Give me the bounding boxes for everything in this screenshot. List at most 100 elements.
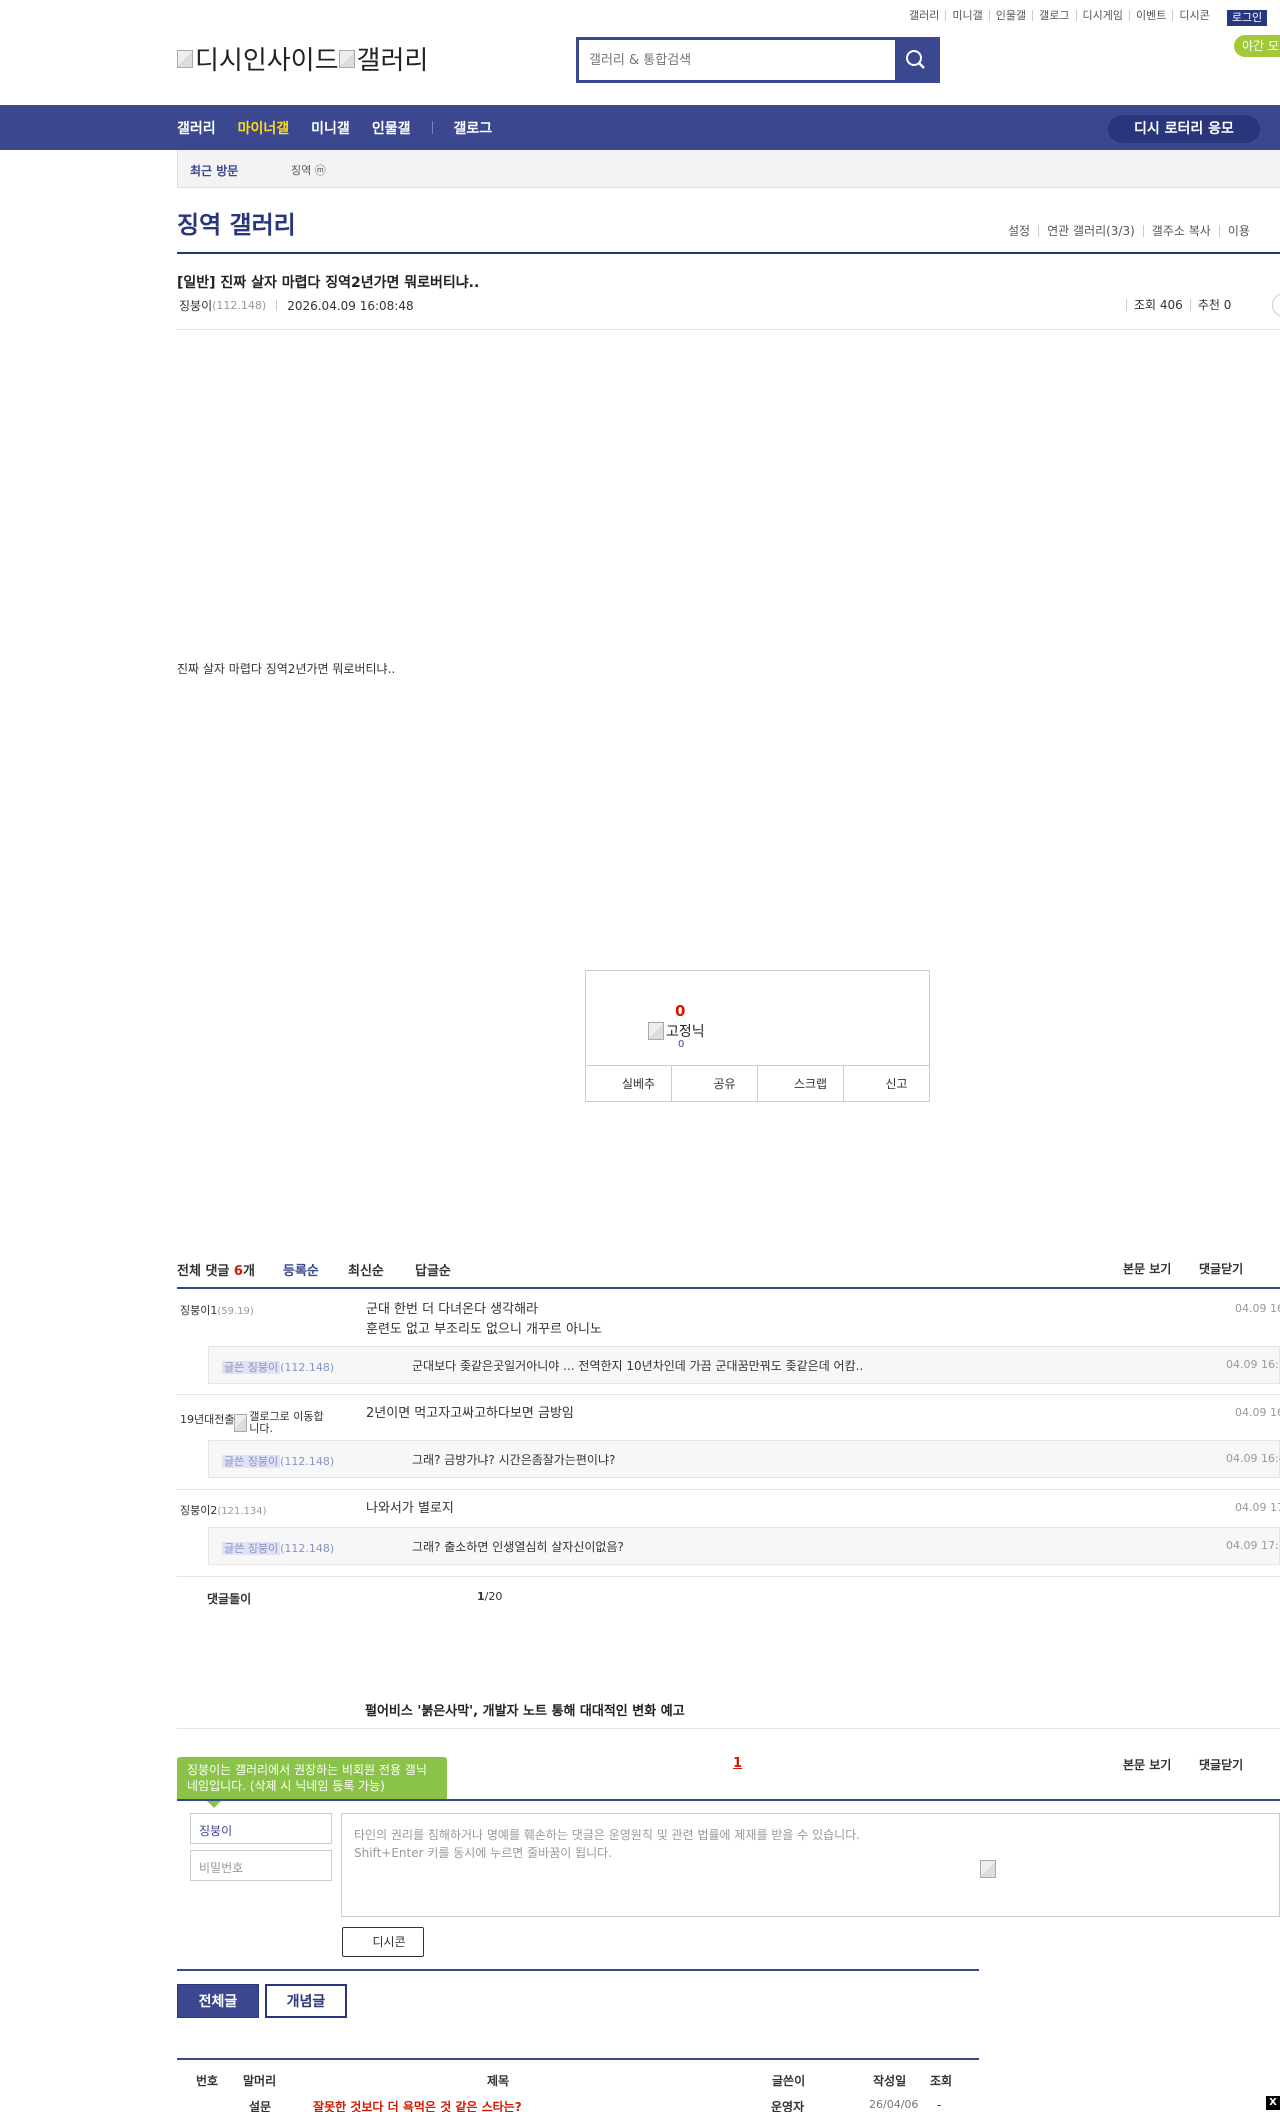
comment-text: 군대 한번 더 다녀온다 생각해라 훈련도 없고 부조리도 없으니 개꾸르 아니… — [366, 1302, 602, 1337]
post-views: 조회 406 — [1126, 299, 1190, 311]
comments-total-label: 전체 댓글 — [177, 1264, 230, 1279]
reply-text: 군대보다 좆같은곳일거아니야 ... 전역한지 10년차인데 가끔 군대꿈만꿔도… — [412, 1359, 864, 1373]
close-comments-link[interactable]: 댓글닫기 — [1199, 1260, 1243, 1277]
night-mode-button[interactable]: 야간 모 — [1234, 35, 1280, 57]
all-posts-tab[interactable]: 전체글 — [177, 1984, 259, 2018]
comment-pagination: 1/20 — [477, 1590, 502, 1603]
comment-date: 04.09 17 — [1235, 1501, 1280, 1514]
nav-minor-gallery[interactable]: 마이너갤 — [238, 118, 290, 138]
top-menu-event[interactable]: 이벤트 — [1128, 10, 1172, 21]
sort-replies[interactable]: 답글순 — [415, 1260, 451, 1279]
comment-date: 04.09 16 — [1235, 1406, 1280, 1419]
concept-posts-tab[interactable]: 개념글 — [265, 1984, 347, 2018]
reply-date: 04.09 16:4 — [1226, 1452, 1280, 1465]
nav-gallog[interactable]: 갤로그 — [453, 118, 492, 138]
comment-author[interactable]: 징붕이2(121.134) — [180, 1502, 267, 1518]
related-gallery-link[interactable]: 연관 갤러리(3/3) — [1038, 225, 1143, 237]
sort-registered[interactable]: 등록순 — [283, 1260, 319, 1279]
usage-link[interactable]: 이용 — [1218, 225, 1258, 237]
report-button[interactable]: 신고 — [843, 1066, 929, 1101]
meta-divider — [276, 300, 278, 311]
post-recommends: 추천 0 — [1189, 299, 1239, 311]
top-menu-mini[interactable]: 미니갤 — [945, 10, 988, 21]
search-input[interactable] — [579, 40, 896, 80]
search-icon — [906, 50, 925, 69]
nav-mini-gallery[interactable]: 미니갤 — [311, 118, 350, 138]
comment-date: 04.09 16 — [1235, 1302, 1280, 1315]
fixed-nick-image: 고정닉 — [648, 1021, 705, 1041]
comment-page-current[interactable]: 1 — [477, 1590, 485, 1603]
comment-textarea[interactable]: 타인의 권리를 침해하거나 명예를 훼손하는 댓글은 운영원칙 및 관련 법률에… — [341, 1813, 1280, 1917]
top-menu: 갤러리 미니갤 인물갤 갤로그 디시게임 이벤트 디시콘 — [903, 10, 1216, 21]
close-comments-link-2[interactable]: 댓글닫기 — [1199, 1756, 1243, 1773]
top-menu-dcgame[interactable]: 디시게임 — [1075, 10, 1129, 21]
comment-divider — [177, 1394, 1280, 1395]
top-menu-person[interactable]: 인물갤 — [988, 10, 1032, 21]
close-icon[interactable]: X — [1266, 2096, 1280, 2110]
comments-divider — [177, 1287, 1280, 1289]
login-button[interactable]: 로그인 — [1227, 10, 1267, 26]
news-headline[interactable]: 펄어비스 '붉은사막', 개발자 노트 통해 대대적인 변화 예고 — [365, 1700, 685, 1719]
reply-date: 04.09 16:1 — [1226, 1358, 1280, 1371]
comment-bot-label[interactable]: 댓글돌이 — [207, 1590, 251, 1607]
more-circle-button[interactable] — [1272, 293, 1280, 317]
main-nav: 갤러리 마이너갤 미니갤 인물갤 갤로그 디시 로터리 응모 — [0, 105, 1280, 150]
top-menu-gallog[interactable]: 갤로그 — [1032, 10, 1075, 21]
news-divider — [177, 1728, 1280, 1729]
comments-total: 전체 댓글 6개 — [177, 1260, 255, 1279]
post-body: 진짜 살자 마렵다 징역2년가면 뭐로버티냐.. — [177, 662, 396, 676]
search-button[interactable] — [895, 40, 937, 80]
reply-author[interactable]: 글쓴 징붕이 (112.148) — [222, 1359, 334, 1375]
view-body-link[interactable]: 본문 보기 — [1123, 1260, 1171, 1277]
col-head: 말머리 — [243, 2074, 277, 2088]
recent-gallery-link[interactable]: 징역 ⓜ — [291, 162, 326, 178]
top-menu-dccon[interactable]: 디시콘 — [1172, 10, 1215, 21]
best-recommend-button[interactable]: 실베추 — [586, 1066, 671, 1101]
scrap-button[interactable]: 스크랩 — [757, 1066, 843, 1101]
reply-date: 04.09 17:1 — [1226, 1539, 1280, 1552]
sort-latest[interactable]: 최신순 — [348, 1260, 384, 1279]
recent-visits-bar: 최근 방문 징역 ⓜ — [177, 150, 1280, 188]
row-views: - — [937, 2098, 942, 2112]
reply-text: 그래? 금방가냐? 시간은좀잘가는편이냐? — [412, 1453, 616, 1467]
comments-total-count: 6 — [233, 1264, 243, 1279]
nav-divider — [432, 121, 434, 134]
recommend-count: 0 — [675, 1002, 686, 1020]
reply-text: 그래? 출소하면 인생열심히 살자신이없음? — [412, 1540, 624, 1554]
write-divider — [177, 1799, 1280, 1801]
site-logo[interactable]: 디시인사이드 갤러리 — [177, 40, 428, 77]
nav-gallery[interactable]: 갤러리 — [177, 118, 216, 138]
gallery-options: 설정 연관 갤러리(3/3) 갤주소 복사 이용 — [1000, 225, 1258, 237]
nickname-field[interactable]: 징붕이 — [190, 1813, 332, 1844]
post-stats: 조회 406 추천 0 — [1126, 293, 1280, 317]
lotto-button[interactable]: 디시 로터리 응모 — [1108, 115, 1260, 143]
reply-item: 글쓴 징붕이 (112.148) 그래? 금방가냐? 시간은좀잘가는편이냐? 04… — [208, 1440, 1280, 1478]
comment-author[interactable]: 징붕이1(59.19) — [180, 1302, 254, 1318]
comments-total-unit: 개 — [242, 1264, 255, 1279]
post-head-divider — [177, 329, 1280, 330]
reply-author[interactable]: 글쓴 징붕이 (112.148) — [222, 1540, 334, 1556]
gallery-title[interactable]: 징역 갤러리 — [177, 205, 296, 240]
password-field[interactable]: 비밀번호 — [190, 1850, 332, 1881]
col-number: 번호 — [196, 2074, 219, 2088]
post-author-ip: (112.148) — [212, 299, 267, 312]
copy-address-link[interactable]: 갤주소 복사 — [1142, 225, 1219, 237]
post-author[interactable]: 징붕이 — [179, 297, 212, 314]
reply-author[interactable]: 글쓴 징붕이 (112.148) — [222, 1453, 334, 1469]
settings-link[interactable]: 설정 — [1000, 225, 1038, 237]
dccon-button[interactable]: 디시콘 — [342, 1927, 424, 1957]
view-body-link-2[interactable]: 본문 보기 — [1123, 1756, 1171, 1773]
comment-divider — [177, 1489, 1280, 1490]
row-title[interactable]: 잘못한 것보다 더 욕먹은 것 같은 스타는? — [313, 2098, 522, 2112]
col-date: 작성일 — [873, 2074, 907, 2088]
post-date: 2026.04.09 16:08:48 — [287, 298, 414, 313]
top-menu-gallery[interactable]: 갤러리 — [903, 10, 945, 21]
logo-image: 디시인사이드 — [177, 40, 339, 77]
share-button[interactable]: 공유 — [671, 1066, 757, 1101]
gallog-icon: 갤로그로 이동합니다. — [234, 1411, 324, 1435]
nav-person-gallery[interactable]: 인물갤 — [372, 118, 411, 138]
comment-author[interactable]: 19년대전출 갤로그로 이동합니다. — [180, 1411, 324, 1435]
page-link-1[interactable]: 1 — [733, 1756, 742, 1771]
gallery-logo-image: 갤러리 — [339, 40, 429, 77]
reply-item: 글쓴 징붕이 (112.148) 군대보다 좆같은곳일거아니야 ... 전역한지 … — [208, 1346, 1280, 1384]
